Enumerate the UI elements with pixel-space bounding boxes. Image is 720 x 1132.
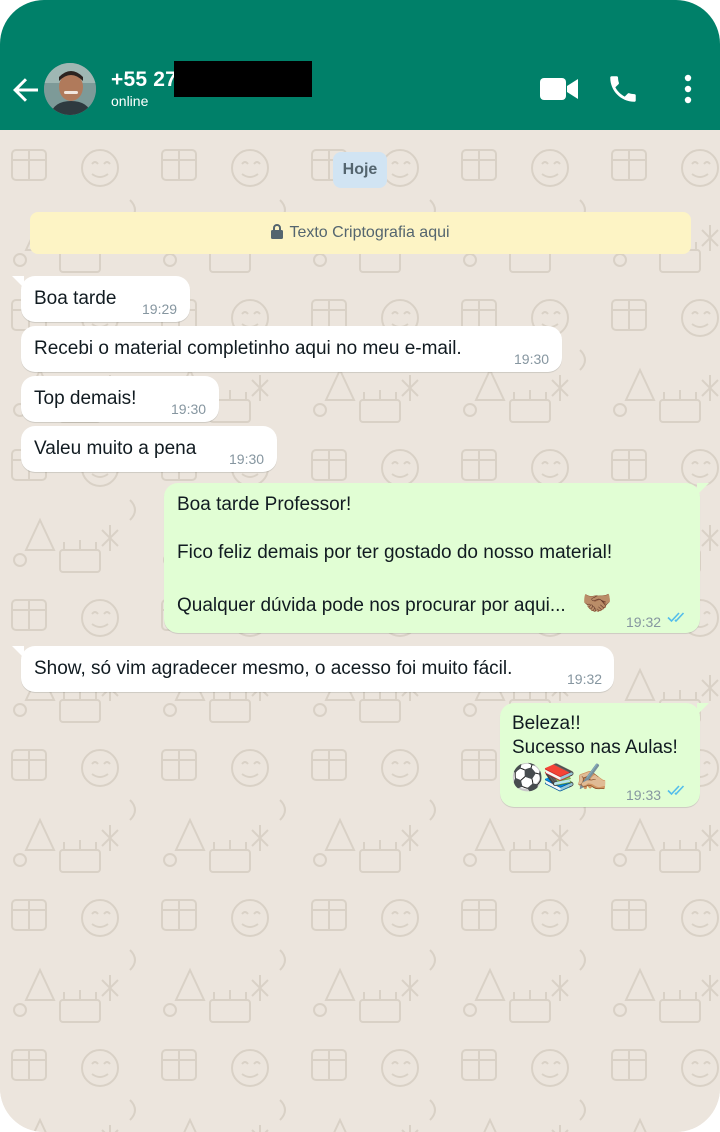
back-arrow-icon[interactable] (10, 74, 42, 106)
message-text-line: Fico feliz demais por ter gostado do nos… (177, 542, 613, 563)
video-call-icon[interactable] (540, 76, 578, 102)
message-time: 19:30 (171, 401, 207, 417)
double-check-icon (667, 785, 685, 796)
incoming-message[interactable]: Show, só vim agradecer mesmo, o acesso f… (12, 646, 614, 692)
message-time: 19:33 (626, 787, 662, 803)
message-time: 19:29 (142, 301, 178, 317)
emoji-row: ⚽📚✍🏼 (511, 762, 609, 792)
message-time: 19:30 (229, 451, 265, 467)
message-time: 19:32 (567, 671, 603, 687)
message-text: Show, só vim agradecer mesmo, o acesso f… (34, 658, 513, 679)
incoming-message[interactable]: Boa tarde 19:29 (12, 276, 190, 322)
incoming-message[interactable]: Valeu muito a pena 19:30 (21, 426, 277, 472)
message-text-line: Beleza!! (512, 713, 581, 734)
message-text: Boa tarde (34, 288, 117, 309)
handshake-emoji: 🤝🏽 (582, 590, 612, 617)
message-text-line: Boa tarde Professor! (177, 494, 352, 515)
message-text: Recebi o material completinho aqui no me… (34, 338, 462, 359)
outgoing-message[interactable]: Beleza!! Sucesso nas Aulas! ⚽📚✍🏼 19:33 (500, 703, 709, 807)
redacted-number-block (174, 61, 312, 97)
double-check-icon (667, 612, 685, 623)
message-text-line: Qualquer dúvida pode nos procurar por aq… (177, 595, 566, 616)
phone-frame: +55 27 online Hoje Texto Criptografia aq… (0, 0, 720, 1132)
avatar-photo (44, 63, 96, 115)
encryption-notice[interactable]: Texto Criptografia aqui (30, 212, 691, 254)
message-text: Valeu muito a pena (34, 438, 197, 459)
message-time: 19:30 (514, 351, 550, 367)
outgoing-message[interactable]: Boa tarde Professor! Fico feliz demais p… (164, 483, 709, 633)
encryption-notice-text: Texto Criptografia aqui (289, 224, 450, 241)
contact-avatar[interactable] (44, 63, 96, 115)
phone-call-icon[interactable] (606, 72, 640, 106)
more-options-icon[interactable] (682, 74, 694, 104)
chat-header: +55 27 online (0, 0, 720, 130)
lock-icon (271, 224, 284, 239)
message-text-line: Sucesso nas Aulas! (512, 737, 678, 758)
contact-status: online (111, 93, 149, 109)
contact-name[interactable]: +55 27 (111, 68, 177, 92)
incoming-message[interactable]: Recebi o material completinho aqui no me… (21, 326, 562, 372)
incoming-message[interactable]: Top demais! 19:30 (21, 376, 219, 422)
chat-area[interactable]: Hoje Texto Criptografia aqui Boa tarde 1… (0, 130, 720, 1132)
message-time: 19:32 (626, 614, 662, 630)
date-chip: Hoje (333, 152, 387, 188)
message-text: Top demais! (34, 388, 137, 409)
